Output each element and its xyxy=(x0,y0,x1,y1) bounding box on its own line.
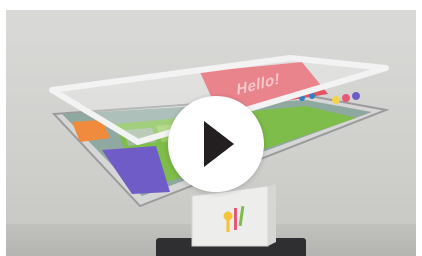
app-icon-3 xyxy=(352,92,360,100)
app-icon-1 xyxy=(332,96,340,104)
video-player[interactable]: Hello! xyxy=(6,10,416,256)
play-button[interactable] xyxy=(168,96,264,192)
play-icon xyxy=(204,121,234,167)
app-icon-2 xyxy=(342,94,350,102)
